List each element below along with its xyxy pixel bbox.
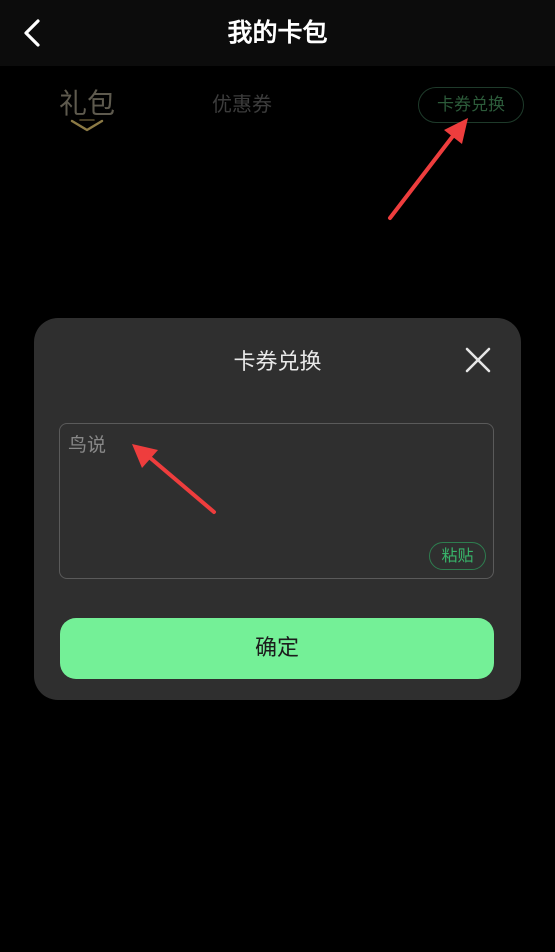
tab-coupon[interactable]: 优惠券 xyxy=(198,88,286,118)
back-button[interactable] xyxy=(12,12,54,54)
redeem-code-input[interactable] xyxy=(68,430,408,460)
page-title: 我的卡包 xyxy=(227,18,328,47)
dialog-title: 卡券兑换 xyxy=(233,350,322,375)
tab-gift[interactable]: 礼包 xyxy=(52,82,122,132)
chevron-left-icon xyxy=(24,19,40,47)
redeem-dialog: 卡券兑换 粘贴 确定 xyxy=(34,318,521,700)
code-input-box[interactable]: 粘贴 xyxy=(59,423,494,579)
close-icon xyxy=(465,347,491,373)
paste-button[interactable]: 粘贴 xyxy=(429,542,486,570)
tab-selected-indicator-icon xyxy=(70,119,104,132)
card-redeem-button[interactable]: 卡券兑换 xyxy=(418,87,524,123)
confirm-button[interactable]: 确定 xyxy=(60,618,494,679)
screen: 我的卡包 礼包 优惠券 卡券兑换 卡券兑换 粘贴 xyxy=(0,0,555,952)
close-button[interactable] xyxy=(460,342,496,378)
top-bar: 我的卡包 xyxy=(0,0,555,66)
